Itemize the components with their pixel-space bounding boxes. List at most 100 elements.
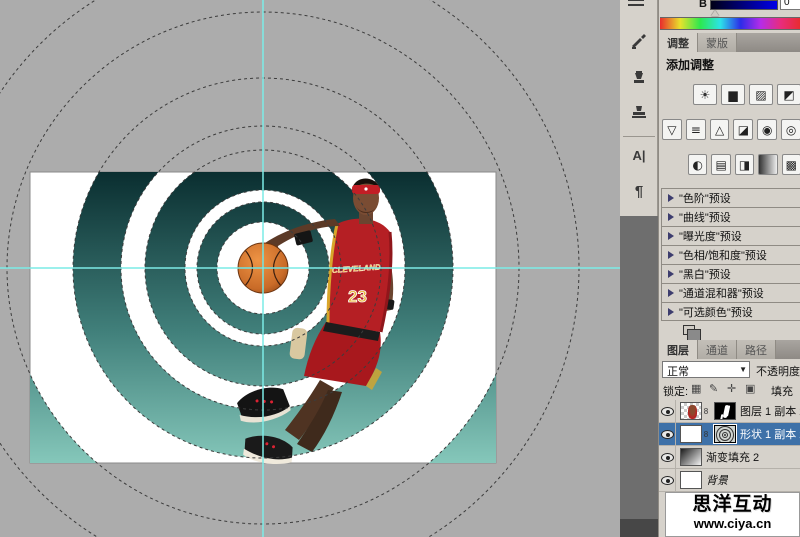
tab-channels[interactable]: 通道 <box>698 340 737 359</box>
black-white-icon[interactable]: ◪ <box>733 119 753 140</box>
lock-transparency-icon[interactable]: ▦ <box>691 382 701 395</box>
eye-icon <box>661 476 674 485</box>
expand-triangle-icon[interactable] <box>668 308 674 316</box>
canvas-artwork: CLEVELAND 23 <box>0 0 620 537</box>
adjustment-icons-row3: ◐ ▤ ◨ ▩ <box>688 154 800 175</box>
brightness-contrast-icon[interactable]: ☀ <box>693 84 717 105</box>
dock-shade <box>620 519 658 537</box>
layers-tab-bar: 图层 通道 路径 <box>659 340 800 359</box>
lines-icon[interactable] <box>628 0 644 8</box>
expand-triangle-icon[interactable] <box>668 251 674 259</box>
vector-mask-thumbnail[interactable] <box>714 425 736 443</box>
preset-black-white[interactable]: "黑白"预设 <box>661 264 800 283</box>
curves-icon[interactable]: ▨ <box>749 84 773 105</box>
visibility-toggle[interactable] <box>659 469 676 492</box>
blend-mode-row: 正常 ▼ 不透明度 <box>659 360 800 380</box>
preset-curves[interactable]: "曲线"预设 <box>661 207 800 226</box>
adjustment-icons-row1: ☀ ▆ ▨ ◩ <box>693 84 800 105</box>
preset-levels[interactable]: "色阶"预设 <box>661 188 800 207</box>
opacity-label: 不透明度 <box>756 363 800 379</box>
lock-label: 锁定: <box>663 383 688 399</box>
clone-source-panel-icon[interactable] <box>626 70 652 94</box>
photo-filter-icon[interactable]: ◉ <box>757 119 777 140</box>
layer-row-background[interactable]: 背景 <box>659 469 800 492</box>
visibility-toggle[interactable] <box>659 446 676 469</box>
layer-thumbnail[interactable] <box>680 448 702 466</box>
watermark-url: www.ciya.cn <box>666 517 799 531</box>
lock-row: 锁定: ▦ ✎ ✛ ▣ 填充 <box>659 382 800 400</box>
lock-all-icon[interactable]: ▣ <box>745 382 755 395</box>
visibility-toggle[interactable] <box>659 423 676 446</box>
tab-masks[interactable]: 蒙版 <box>698 33 737 52</box>
threshold-icon[interactable]: ◨ <box>735 154 754 175</box>
chevron-down-icon: ▼ <box>739 365 747 374</box>
visibility-toggle[interactable] <box>659 400 676 423</box>
layer-name[interactable]: 背景 <box>706 472 728 488</box>
layer-name[interactable]: 渐变填充 2 <box>706 449 759 465</box>
switch-panel-icon[interactable] <box>683 325 695 335</box>
color-panel: B 0 <box>659 0 800 33</box>
layer-name[interactable]: 形状 1 副本 2 <box>740 426 800 442</box>
expand-triangle-icon[interactable] <box>668 194 674 202</box>
adjustment-preset-list: "色阶"预设 "曲线"预设 "曝光度"预设 "色相/饱和度"预设 "黑白"预设 … <box>661 188 800 321</box>
preset-exposure[interactable]: "曝光度"预设 <box>661 226 800 245</box>
canvas-area[interactable]: CLEVELAND 23 <box>0 0 620 537</box>
posterize-icon[interactable]: ▤ <box>711 154 730 175</box>
expand-triangle-icon[interactable] <box>668 213 674 221</box>
preset-hue-saturation[interactable]: "色相/饱和度"预设 <box>661 245 800 264</box>
invert-icon[interactable]: ◐ <box>688 154 707 175</box>
jersey-number-text: 23 <box>348 287 367 306</box>
blue-channel-label: B <box>699 0 707 10</box>
panel-dock-strip: A| ¶ <box>620 0 658 537</box>
blue-channel-value[interactable]: 0 <box>780 0 800 10</box>
selective-color-icon[interactable]: ▩ <box>782 154 800 175</box>
hue-saturation-icon[interactable]: ≡ <box>686 119 706 140</box>
gradient-map-icon[interactable] <box>758 154 777 175</box>
adjustments-footer <box>659 327 800 339</box>
channel-mixer-icon[interactable]: ◎ <box>781 119 800 140</box>
layer-thumbnail[interactable] <box>680 402 702 420</box>
paragraph-panel-icon[interactable]: ¶ <box>626 180 652 204</box>
expand-triangle-icon[interactable] <box>668 289 674 297</box>
blue-slider-marker[interactable] <box>711 10 719 16</box>
lock-image-icon[interactable]: ✎ <box>709 382 718 395</box>
layer-thumbnail[interactable] <box>680 471 702 489</box>
watermark: 思洋互动 www.ciya.cn <box>665 492 800 537</box>
layer-list: 8 图层 1 副本 2 8 形状 1 副本 2 渐变填充 2 <box>659 400 800 492</box>
exposure-icon[interactable]: ◩ <box>777 84 800 105</box>
color-balance-icon[interactable]: △ <box>710 119 730 140</box>
layer-row-gradient-fill[interactable]: 渐变填充 2 <box>659 446 800 469</box>
adjustments-tab-bar: 调整 蒙版 <box>659 33 800 52</box>
tab-paths[interactable]: 路径 <box>737 340 776 359</box>
blend-mode-select[interactable]: 正常 ▼ <box>662 361 750 378</box>
eye-icon <box>661 430 674 439</box>
mask-link-icon: 8 <box>702 430 710 439</box>
preset-selective-color[interactable]: "可选颜色"预设 <box>661 302 800 321</box>
layer-row-shape-copy[interactable]: 8 形状 1 副本 2 <box>659 423 800 446</box>
vibrance-icon[interactable]: ▽ <box>662 119 682 140</box>
photoshop-window: CLEVELAND 23 <box>0 0 800 537</box>
layer-thumbnail[interactable] <box>680 425 702 443</box>
layer-name[interactable]: 图层 1 副本 2 <box>740 403 800 419</box>
preset-channel-mixer[interactable]: "通道混和器"预设 <box>661 283 800 302</box>
color-spectrum-ramp[interactable] <box>660 17 800 30</box>
add-adjustment-title: 添加调整 <box>666 56 714 73</box>
brushes-panel-icon[interactable] <box>626 32 652 56</box>
eye-icon <box>661 407 674 416</box>
watermark-title: 思洋互动 <box>666 493 799 517</box>
adjustment-icons-row2: ▽ ≡ △ ◪ ◉ ◎ <box>662 119 800 140</box>
blue-channel-slider[interactable] <box>710 0 778 10</box>
stamp-panel-icon[interactable] <box>626 104 652 128</box>
expand-triangle-icon[interactable] <box>668 232 674 240</box>
right-panel-column: B 0 调整 蒙版 添加调整 ☀ ▆ ▨ ◩ ▽ ≡ △ ◪ ◉ ◎ ◐ ▤ <box>658 0 800 537</box>
tab-layers[interactable]: 图层 <box>659 340 698 359</box>
eye-icon <box>661 453 674 462</box>
levels-icon[interactable]: ▆ <box>721 84 745 105</box>
fill-label: 填充 <box>771 383 793 399</box>
tab-adjustments[interactable]: 调整 <box>659 33 698 52</box>
layer-mask-thumbnail[interactable] <box>714 402 736 420</box>
expand-triangle-icon[interactable] <box>668 270 674 278</box>
character-panel-icon[interactable]: A| <box>626 144 652 168</box>
layer-row-image-copy[interactable]: 8 图层 1 副本 2 <box>659 400 800 423</box>
lock-position-icon[interactable]: ✛ <box>727 382 736 395</box>
